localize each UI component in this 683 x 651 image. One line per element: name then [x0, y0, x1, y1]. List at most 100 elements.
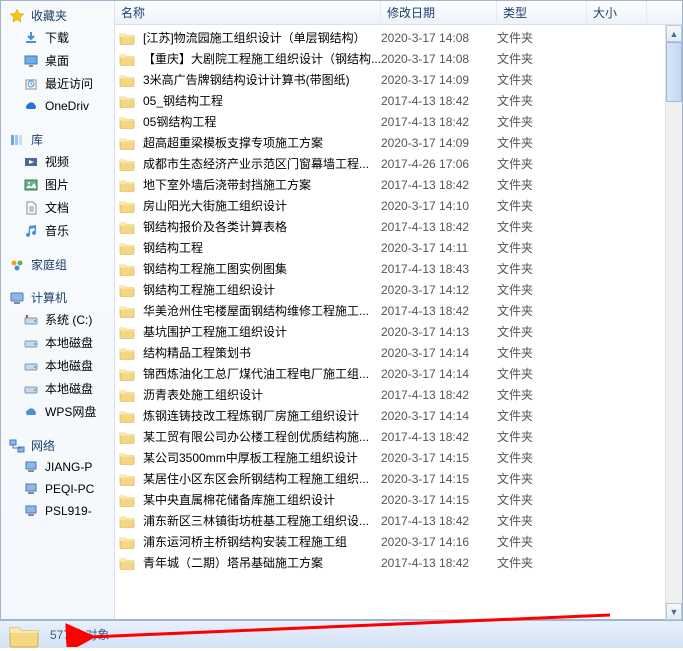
computer-item-4[interactable]: WPS网盘 [1, 400, 114, 423]
scrollbar-thumb[interactable] [666, 42, 682, 102]
file-list[interactable]: [江苏]物流园施工组织设计（单层钢结构）2020-3-17 14:08文件夹【重… [115, 25, 682, 619]
sidebar-homegroup-header[interactable]: 家庭组 [1, 254, 114, 275]
favorites-item-3[interactable]: OneDriv [1, 95, 114, 117]
status-count: 577 个对象 [50, 626, 109, 643]
pc-icon [23, 503, 39, 519]
folder-icon [119, 199, 135, 213]
file-row[interactable]: 结构精品工程策划书2020-3-17 14:14文件夹 [115, 342, 682, 363]
libraries-item-3[interactable]: 音乐 [1, 219, 114, 242]
sidebar-network-header[interactable]: 网络 [1, 435, 114, 456]
network-item-2[interactable]: PSL919- [1, 500, 114, 522]
file-row[interactable]: 成都市生态经济产业示范区门窗幕墙工程...2017-4-26 17:06文件夹 [115, 153, 682, 174]
folder-icon [119, 94, 135, 108]
file-row[interactable]: 钢结构工程施工组织设计2020-3-17 14:12文件夹 [115, 279, 682, 300]
file-row[interactable]: 炼钢连铸技改工程炼钢厂房施工组织设计2020-3-17 14:14文件夹 [115, 405, 682, 426]
file-date: 2020-3-17 14:08 [381, 52, 497, 66]
file-date: 2017-4-13 18:42 [381, 388, 497, 402]
file-name: 某中央直属棉花储备库施工组织设计 [143, 491, 335, 508]
file-row[interactable]: 房山阳光大街施工组织设计2020-3-17 14:10文件夹 [115, 195, 682, 216]
sidebar-item-label: 图片 [45, 176, 69, 193]
file-row[interactable]: 浦东新区三林镇街坊桩基工程施工组织设...2017-4-13 18:42文件夹 [115, 510, 682, 531]
file-row[interactable]: 超高超重梁模板支撑专项施工方案2020-3-17 14:09文件夹 [115, 132, 682, 153]
libraries-item-2[interactable]: 文档 [1, 196, 114, 219]
favorites-item-2[interactable]: 最近访问 [1, 72, 114, 95]
column-size[interactable]: 大小 [587, 1, 647, 24]
sidebar-item-label: 本地磁盘 [45, 380, 93, 397]
file-row[interactable]: 某公司3500mm中厚板工程施工组织设计2020-3-17 14:15文件夹 [115, 447, 682, 468]
file-row[interactable]: 地下室外墙后浇带封挡施工方案2017-4-13 18:42文件夹 [115, 174, 682, 195]
file-row[interactable]: 锦西炼油化工总厂煤代油工程电厂施工组...2020-3-17 14:14文件夹 [115, 363, 682, 384]
file-row[interactable]: 钢结构工程施工图实例图集2017-4-13 18:43文件夹 [115, 258, 682, 279]
file-date: 2020-3-17 14:16 [381, 535, 497, 549]
folder-icon [119, 325, 135, 339]
onedrive-icon [23, 98, 39, 114]
file-row[interactable]: [江苏]物流园施工组织设计（单层钢结构）2020-3-17 14:08文件夹 [115, 27, 682, 48]
file-row[interactable]: 基坑围护工程施工组织设计2020-3-17 14:13文件夹 [115, 321, 682, 342]
file-row[interactable]: 05_钢结构工程2017-4-13 18:42文件夹 [115, 90, 682, 111]
file-date: 2020-3-17 14:14 [381, 409, 497, 423]
folder-icon [119, 73, 135, 87]
file-row[interactable]: 钢结构工程2020-3-17 14:11文件夹 [115, 237, 682, 258]
file-row[interactable]: 某工贸有限公司办公楼工程创优质结构施...2017-4-13 18:42文件夹 [115, 426, 682, 447]
file-row[interactable]: 某中央直属棉花储备库施工组织设计2020-3-17 14:15文件夹 [115, 489, 682, 510]
file-type: 文件夹 [497, 533, 587, 550]
file-row[interactable]: 某居住小区东区会所钢结构工程施工组织...2020-3-17 14:15文件夹 [115, 468, 682, 489]
file-name: 05钢结构工程 [143, 113, 216, 130]
file-type: 文件夹 [497, 260, 587, 277]
column-date[interactable]: 修改日期 [381, 1, 497, 24]
favorites-item-1[interactable]: 桌面 [1, 49, 114, 72]
sidebar-libraries-header[interactable]: 库 [1, 129, 114, 150]
file-row[interactable]: 青年城（二期）塔吊基础施工方案2017-4-13 18:42文件夹 [115, 552, 682, 573]
scroll-down-arrow[interactable]: ▼ [666, 603, 682, 620]
libraries-item-0[interactable]: 视频 [1, 150, 114, 173]
column-type[interactable]: 类型 [497, 1, 587, 24]
scroll-up-arrow[interactable]: ▲ [666, 25, 682, 42]
column-headers: 名称 修改日期 类型 大小 [115, 1, 682, 25]
computer-item-1[interactable]: 本地磁盘 [1, 331, 114, 354]
sidebar-item-label: 视频 [45, 153, 69, 170]
sidebar: 收藏夹 下载桌面最近访问OneDriv 库 视频图片文档音乐 家庭组 [1, 1, 115, 619]
file-date: 2017-4-26 17:06 [381, 157, 497, 171]
sidebar-item-label: 本地磁盘 [45, 357, 93, 374]
computer-item-2[interactable]: 本地磁盘 [1, 354, 114, 377]
file-name: 钢结构工程 [143, 239, 203, 256]
folder-icon [119, 136, 135, 150]
file-date: 2017-4-13 18:42 [381, 304, 497, 318]
favorites-item-0[interactable]: 下载 [1, 26, 114, 49]
sidebar-computer-header[interactable]: 计算机 [1, 287, 114, 308]
vertical-scrollbar[interactable]: ▲ ▼ [665, 25, 682, 620]
file-type: 文件夹 [497, 71, 587, 88]
file-row[interactable]: 沥青表处施工组织设计2017-4-13 18:42文件夹 [115, 384, 682, 405]
column-name[interactable]: 名称 [115, 1, 381, 24]
network-item-1[interactable]: PEQI-PC [1, 478, 114, 500]
file-row[interactable]: 05钢结构工程2017-4-13 18:42文件夹 [115, 111, 682, 132]
file-date: 2017-4-13 18:42 [381, 115, 497, 129]
file-name: [江苏]物流园施工组织设计（单层钢结构） [143, 29, 366, 46]
sidebar-favorites-header[interactable]: 收藏夹 [1, 5, 114, 26]
file-date: 2020-3-17 14:15 [381, 472, 497, 486]
file-row[interactable]: 【重庆】大剧院工程施工组织设计（钢结构...2020-3-17 14:08文件夹 [115, 48, 682, 69]
hdd-icon [23, 358, 39, 374]
network-item-0[interactable]: JIANG-P [1, 456, 114, 478]
computer-item-0[interactable]: 系统 (C:) [1, 308, 114, 331]
file-type: 文件夹 [497, 176, 587, 193]
file-name: 05_钢结构工程 [143, 92, 223, 109]
file-date: 2020-3-17 14:15 [381, 451, 497, 465]
file-type: 文件夹 [497, 344, 587, 361]
file-type: 文件夹 [497, 449, 587, 466]
folder-icon [119, 367, 135, 381]
file-date: 2017-4-13 18:42 [381, 178, 497, 192]
folder-icon [119, 241, 135, 255]
drive-icon [23, 312, 39, 328]
status-bar: 577 个对象 [0, 620, 683, 648]
file-row[interactable]: 华美沧州住宅楼屋面钢结构维修工程施工...2017-4-13 18:42文件夹 [115, 300, 682, 321]
homegroup-icon [9, 257, 25, 273]
file-date: 2017-4-13 18:42 [381, 430, 497, 444]
file-type: 文件夹 [497, 134, 587, 151]
file-row[interactable]: 浦东运河桥主桥钢结构安装工程施工组2020-3-17 14:16文件夹 [115, 531, 682, 552]
file-type: 文件夹 [497, 281, 587, 298]
libraries-item-1[interactable]: 图片 [1, 173, 114, 196]
file-row[interactable]: 3米高广告牌钢结构设计计算书(带图纸)2020-3-17 14:09文件夹 [115, 69, 682, 90]
file-row[interactable]: 钢结构报价及各类计算表格2017-4-13 18:42文件夹 [115, 216, 682, 237]
computer-item-3[interactable]: 本地磁盘 [1, 377, 114, 400]
